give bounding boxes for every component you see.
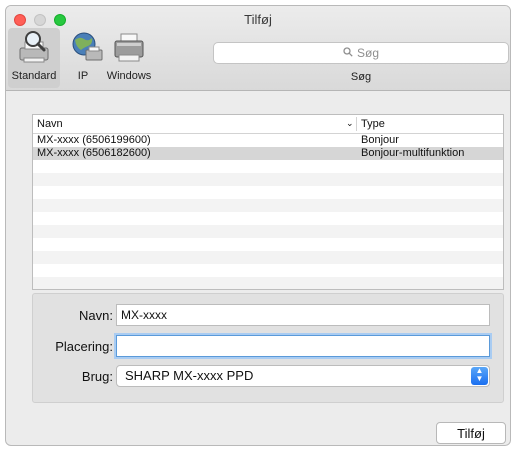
add-printer-window: Tilføj Standard IP Windows Søg Søg Navn … xyxy=(5,5,511,446)
column-header-name[interactable]: Navn xyxy=(37,118,63,130)
location-label: Placering: xyxy=(55,339,113,354)
toolbar-item-windows[interactable]: Windows xyxy=(104,28,154,88)
toolbar: Tilføj Standard IP Windows Søg Søg xyxy=(6,6,510,91)
search-placeholder: Søg xyxy=(356,46,379,60)
table-row[interactable]: MX-xxxx (6506199600) Bonjour xyxy=(33,134,503,147)
search-icon xyxy=(343,43,353,63)
printer-name-cell: MX-xxxx (6506199600) xyxy=(37,134,151,146)
add-button[interactable]: Tilføj xyxy=(436,422,506,444)
default-printer-icon xyxy=(14,28,54,68)
name-label: Navn: xyxy=(79,308,113,323)
location-field[interactable] xyxy=(116,335,490,357)
windows-printer-icon xyxy=(109,28,149,68)
list-header: Navn ⌄ Type xyxy=(33,115,503,134)
driver-select-value: SHARP MX-xxxx PPD xyxy=(125,368,254,383)
window-title: Tilføj xyxy=(244,12,272,27)
toolbar-item-standard[interactable]: Standard xyxy=(8,28,60,88)
printer-name-cell: MX-xxxx (6506182600) xyxy=(37,147,151,159)
column-header-type[interactable]: Type xyxy=(361,118,385,130)
toolbar-item-label: Standard xyxy=(11,70,57,82)
updown-arrows-icon: ▲ ▼ xyxy=(471,367,488,385)
printer-details-panel: Navn: Placering: Brug: SHARP MX-xxxx PPD… xyxy=(32,293,504,403)
printer-type-cell: Bonjour-multifunktion xyxy=(361,147,465,159)
chevron-down-icon: ⌄ xyxy=(346,118,354,128)
name-field[interactable] xyxy=(116,304,490,326)
search-input[interactable]: Søg xyxy=(213,42,509,64)
toolbar-item-label: IP xyxy=(77,70,89,82)
printer-list[interactable]: Navn ⌄ Type MX-xxxx (6506199600) Bonjour… xyxy=(32,114,504,290)
toolbar-item-ip[interactable]: IP xyxy=(66,28,103,88)
search-caption: Søg xyxy=(350,71,372,83)
globe-icon xyxy=(66,28,106,68)
toolbar-item-label: Windows xyxy=(106,70,152,82)
driver-select[interactable]: SHARP MX-xxxx PPD ▲ ▼ xyxy=(116,365,490,387)
printer-type-cell: Bonjour xyxy=(361,134,399,146)
table-row-selected[interactable]: MX-xxxx (6506182600) Bonjour-multifunkti… xyxy=(33,147,503,160)
use-label: Brug: xyxy=(81,369,113,384)
